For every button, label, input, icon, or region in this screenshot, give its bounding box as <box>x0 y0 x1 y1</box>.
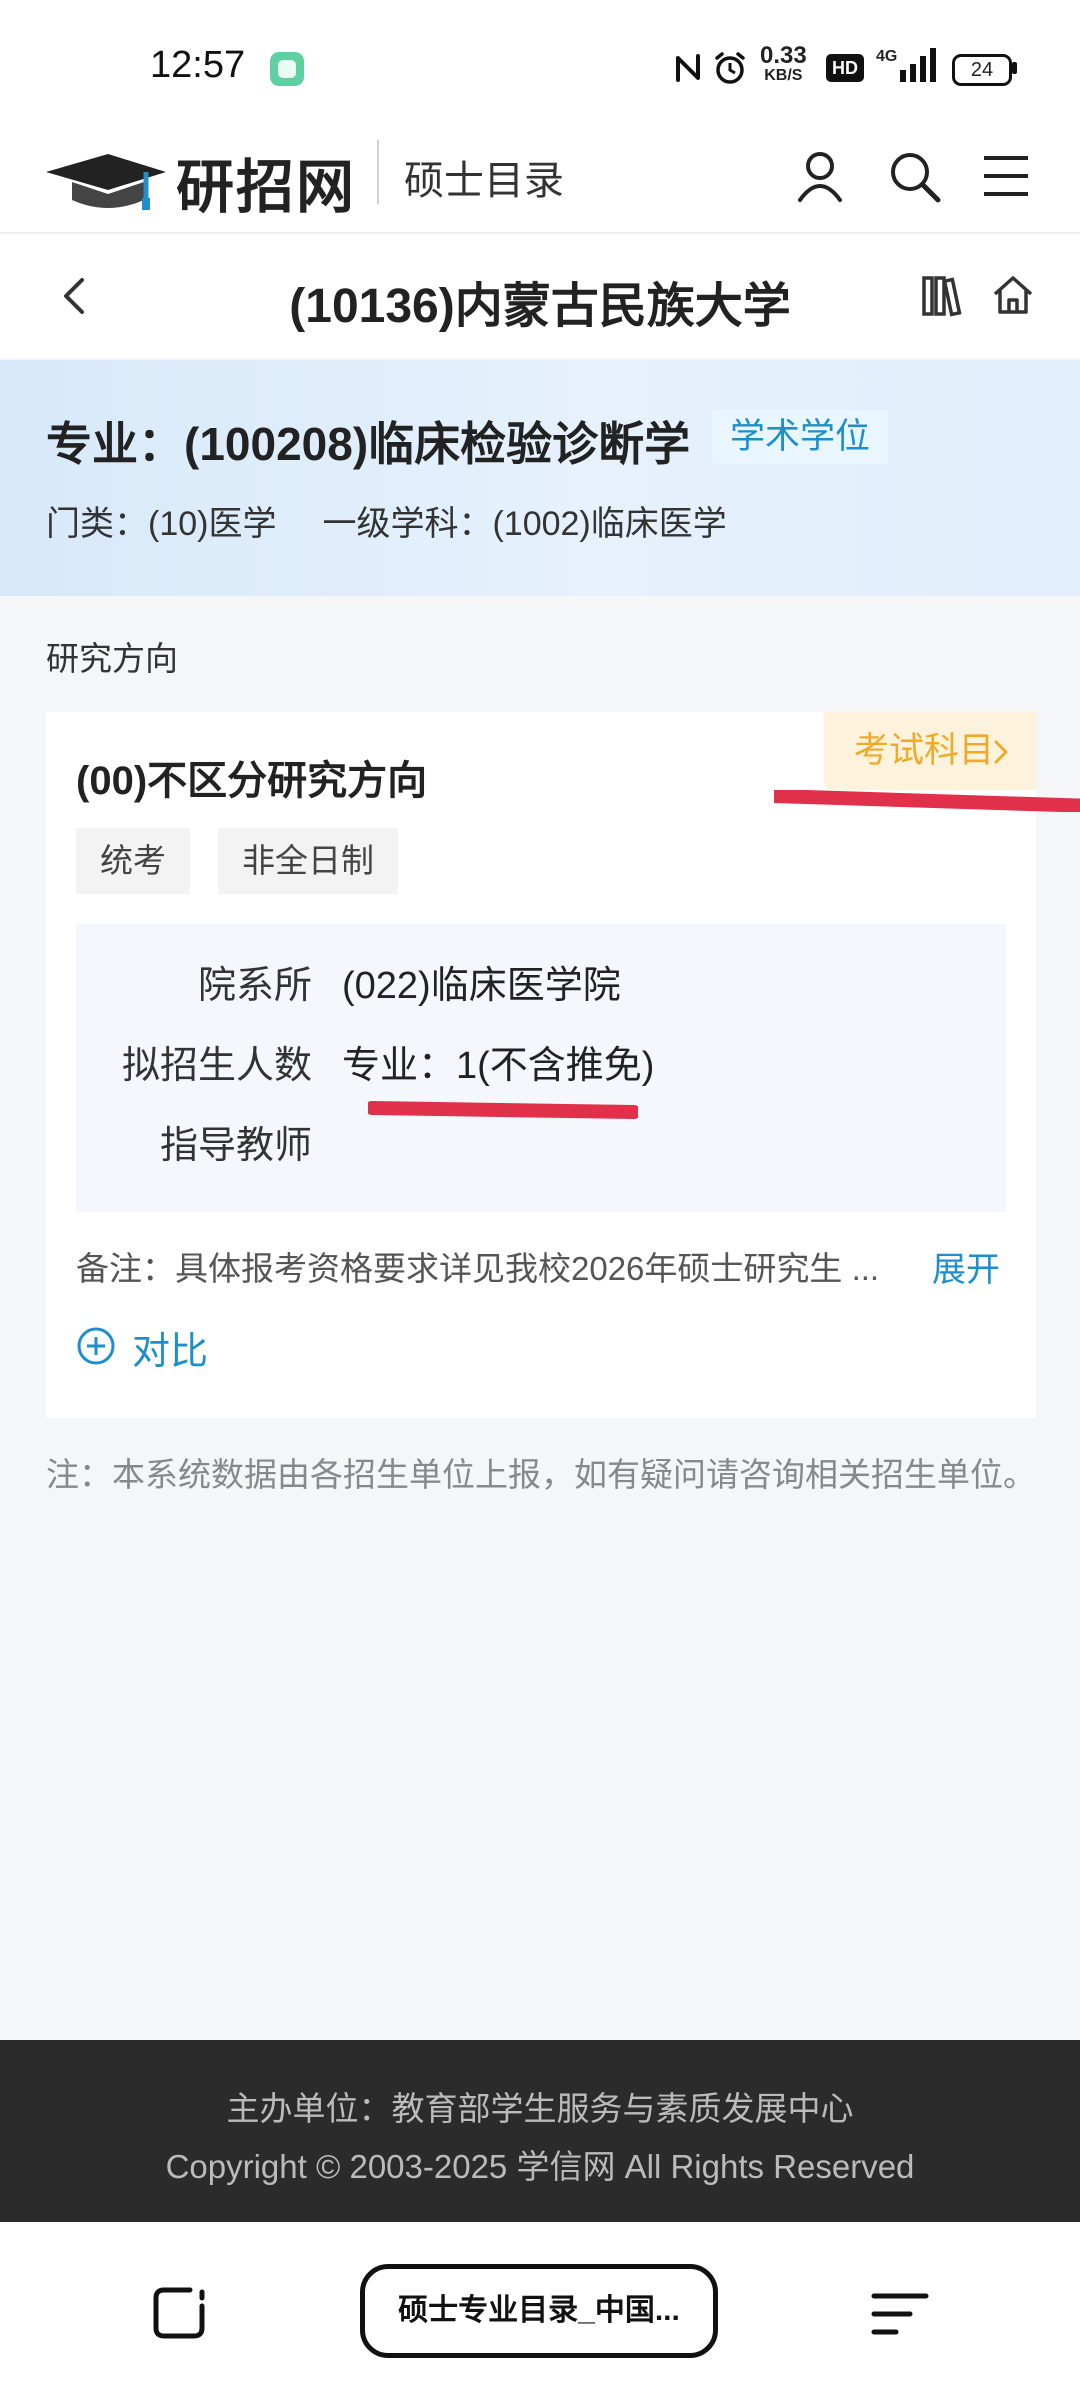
user-icon[interactable] <box>790 146 850 206</box>
footnote: 注：本系统数据由各招生单位上报，如有疑问请咨询相关招生单位。 <box>46 1456 1036 1493</box>
net-speed-unit: KB/S <box>764 67 803 84</box>
nfc-icon <box>676 54 700 82</box>
signal-icon: 4G <box>876 48 936 88</box>
network-speed: 0.33 KB/S <box>760 42 807 86</box>
menu-icon[interactable] <box>976 146 1036 206</box>
search-icon[interactable] <box>884 146 944 206</box>
site-header: 研招网 硕士目录 <box>0 130 1080 234</box>
school-title: (10136)内蒙古民族大学 <box>289 280 791 333</box>
section-label: 研究方向 <box>46 640 178 677</box>
home-icon[interactable] <box>990 272 1036 318</box>
battery-icon: 24 <box>952 54 1012 86</box>
annotation-underline <box>368 1101 638 1119</box>
research-direction-card: (00)不区分研究方向 考试科目 统考 非全日制 院系所 (022)临床医学院 … <box>46 712 1036 1418</box>
hd-icon: HD <box>826 54 864 82</box>
info-value-department: (022)临床医学院 <box>342 965 621 1007</box>
annotation-underline <box>774 790 1080 812</box>
tag-study-mode: 非全日制 <box>218 828 398 894</box>
expand-link[interactable]: 展开 <box>932 1242 1000 1291</box>
direction-title: (00)不区分研究方向 <box>76 759 428 803</box>
info-box: 院系所 (022)临床医学院 拟招生人数 专业：1(不含推免) 指导教师 <box>76 924 1006 1212</box>
app-notification-icon <box>270 52 304 86</box>
graduation-cap-icon[interactable] <box>46 150 166 212</box>
site-logo-text[interactable]: 研招网 <box>176 140 356 224</box>
info-value-enrollment: 专业：1(不含推免) <box>342 1045 655 1087</box>
battery-tip <box>1012 62 1017 74</box>
header-subtitle[interactable]: 硕士目录 <box>404 148 564 206</box>
page-title-bar: (10136)内蒙古民族大学 <box>0 234 1080 358</box>
info-label-supervisor: 指导教师 <box>159 1125 312 1167</box>
plus-circle-icon[interactable] <box>76 1326 116 1366</box>
current-tab-pill[interactable]: 硕士专业目录_中国... <box>360 2264 718 2358</box>
major-banner: 专业：(100208)临床检验诊断学 学术学位 门类：(10)医学 一级学科：(1… <box>0 360 1080 596</box>
major-discipline: 一级学科：(1002)临床医学 <box>322 505 727 543</box>
degree-type-badge: 学术学位 <box>712 410 889 464</box>
footer-copyright: Copyright © 2003-2025 学信网 All Rights Res… <box>165 2148 915 2185</box>
footer-organizer: 主办单位：教育部学生服务与素质发展中心 <box>226 2090 854 2127</box>
header-divider <box>377 140 379 204</box>
status-time: 12:57 <box>150 44 246 86</box>
compare-button[interactable]: 对比 <box>132 1320 208 1375</box>
major-category: 门类：(10)医学 <box>46 505 277 543</box>
net-speed-value: 0.33 <box>760 42 807 69</box>
status-bar: 12:57 0.33 KB/S HD 4G 24 <box>0 0 1080 130</box>
alarm-icon <box>715 52 745 84</box>
site-footer: 主办单位：教育部学生服务与素质发展中心 Copyright © 2003-202… <box>0 2040 1080 2222</box>
major-meta: 门类：(10)医学 一级学科：(1002)临床医学 <box>46 496 727 545</box>
chevron-right-icon <box>994 740 1008 764</box>
tag-exam-type: 统考 <box>76 828 190 894</box>
info-label-enrollment: 拟招生人数 <box>121 1045 312 1087</box>
browser-menu-icon[interactable] <box>870 2288 930 2340</box>
browser-nav-bar: 硕士专业目录_中国... <box>0 2222 1080 2400</box>
major-title: 专业：(100208)临床检验诊断学 <box>46 418 691 470</box>
remark-text: 备注：具体报考资格要求详见我校2026年硕士研究生 ... <box>76 1250 880 1287</box>
signal-label: 4G <box>876 48 898 65</box>
exam-subjects-label: 考试科目 <box>854 731 995 770</box>
info-label-department: 院系所 <box>197 965 312 1007</box>
books-icon[interactable] <box>920 272 968 320</box>
exam-subjects-button[interactable]: 考试科目 <box>824 712 1036 790</box>
tabs-square-icon[interactable] <box>150 2284 208 2342</box>
